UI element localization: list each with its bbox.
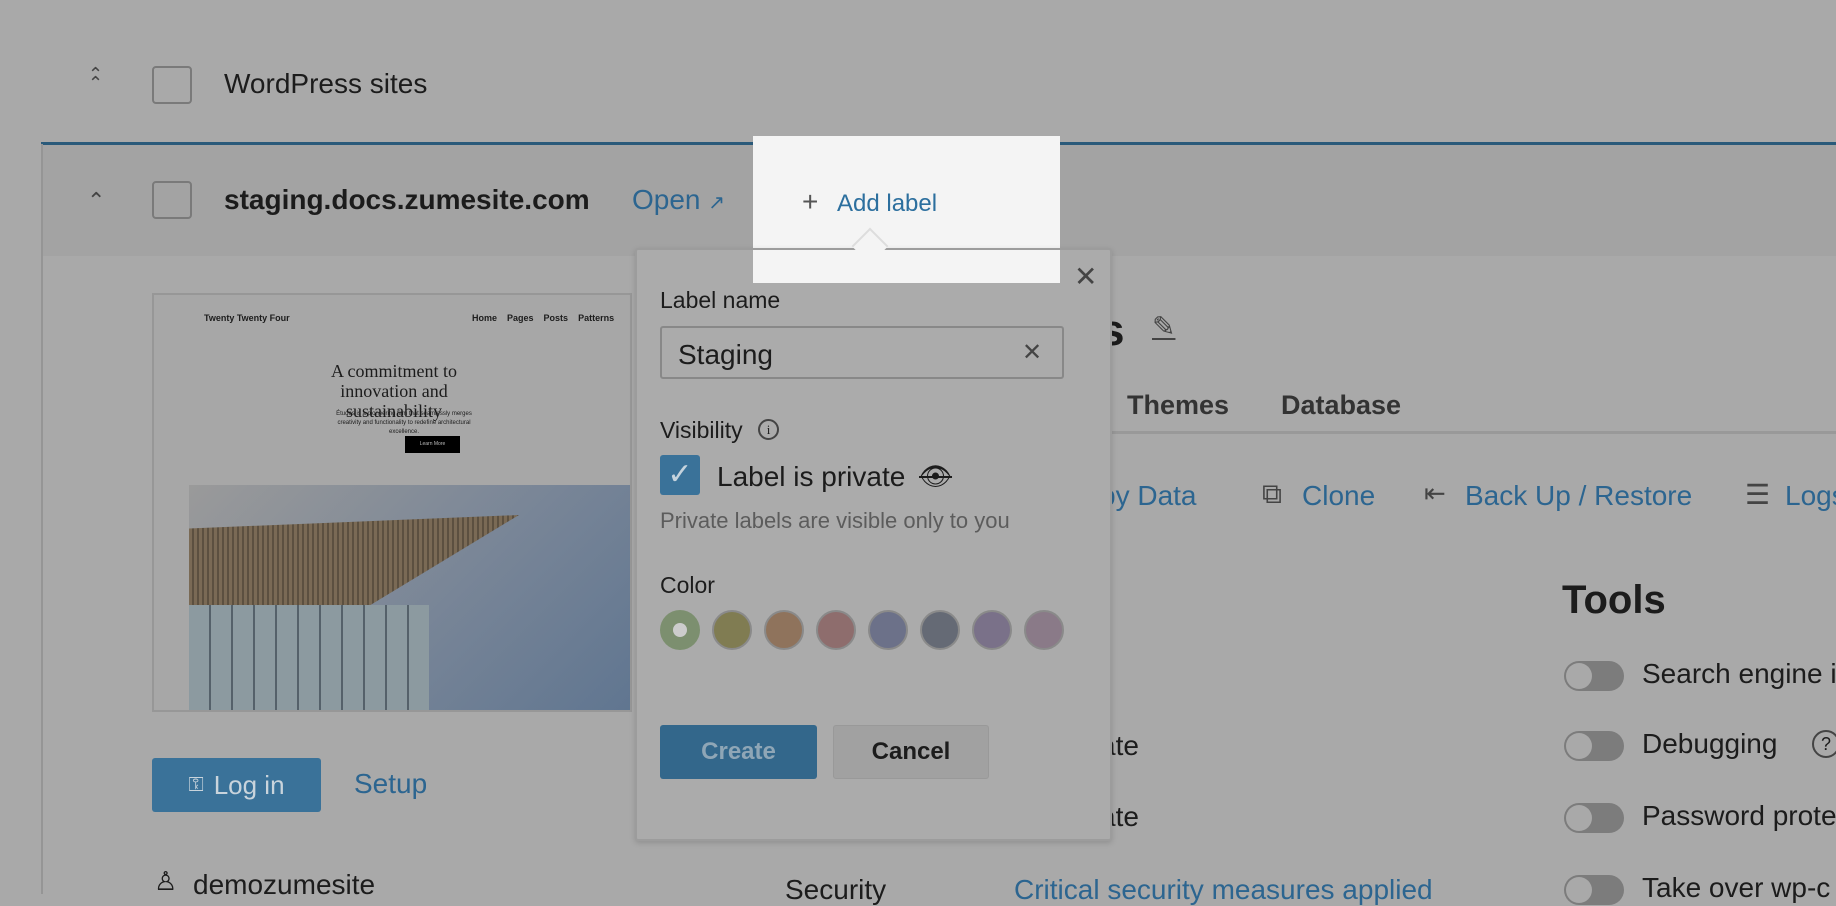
help-icon[interactable]: ? [1812,730,1836,758]
tool-label: Search engine i [1642,658,1836,689]
tab-database[interactable]: Database [1281,390,1401,421]
debugging-toggle[interactable] [1564,731,1624,761]
username: demozumesite [193,869,376,900]
color-swatch[interactable] [712,610,752,650]
color-swatch[interactable] [660,610,700,650]
take-over-toggle[interactable] [1564,875,1624,905]
logs-action[interactable]: Logs [1785,480,1836,512]
cancel-button[interactable]: Cancel [833,725,989,779]
plus-icon: + [802,186,819,217]
selected-indicator [673,623,687,637]
tool-label: Password prote [1642,800,1836,831]
login-button[interactable]: ⚿ Log in [152,758,321,812]
preview-body: Études is a pioneering firm that seamles… [336,411,472,435]
group-title: WordPress sites [224,68,428,99]
color-swatch[interactable] [972,610,1012,650]
highlight-cover [753,250,1060,283]
color-swatch[interactable] [868,610,908,650]
clone-action[interactable]: Clone [1302,480,1375,512]
tools-title: Tools [1562,578,1666,622]
login-label: Log in [213,769,285,800]
password-protection-toggle[interactable] [1564,803,1624,833]
color-swatch[interactable] [816,610,856,650]
tool-label: Debugging [1642,728,1778,759]
group-checkbox[interactable] [152,66,192,104]
key-icon: ⚿ [188,773,204,796]
preview-nav-item: Pages [507,313,534,323]
color-swatch[interactable] [1024,610,1064,650]
security-link[interactable]: Critical security measures applied [1014,874,1433,906]
add-label-button[interactable]: Add label [837,190,937,218]
list-icon: ☰ [1745,479,1771,510]
backup-restore-action[interactable]: Back Up / Restore [1465,480,1692,512]
divider [41,144,43,894]
collapse-icon[interactable]: ⌃ [87,188,105,214]
open-link[interactable]: Open ↗ [632,184,725,216]
tool-label: Take over wp-c [1642,872,1831,903]
site-preview[interactable]: Twenty Twenty Four Home Pages Posts Patt… [152,293,632,712]
setup-link[interactable]: Setup [354,768,427,800]
tab-themes[interactable]: Themes [1127,390,1229,421]
color-swatch[interactable] [764,610,804,650]
external-link-icon: ↗ [708,192,726,214]
info-icon[interactable]: i [758,419,779,440]
color-swatch[interactable] [920,610,960,650]
eye-off-icon: 👁 [919,461,953,491]
label-name-value: Staging [678,339,773,370]
preview-nav: Home Pages Posts Patterns [472,313,614,323]
tabs-underline [1100,431,1836,434]
backup-icon: ⇤ [1424,478,1446,508]
site-checkbox[interactable] [152,181,192,219]
preview-site-name: Twenty Twenty Four [204,313,290,323]
private-help-text: Private labels are visible only to you [660,508,1010,533]
search-engine-toggle[interactable] [1564,661,1624,691]
clear-input-icon[interactable]: ✕ [1022,338,1042,367]
security-label: Security [785,874,887,905]
preview-nav-item: Posts [543,313,569,323]
open-label: Open [632,184,701,215]
collapse-all-icon[interactable]: ⌃ ⌃ [88,65,103,92]
close-icon[interactable]: ✕ [1074,260,1097,293]
clone-icon: ⧉ [1262,478,1282,509]
create-button[interactable]: Create [660,725,817,779]
copy-data-action[interactable]: py Data [1100,480,1197,512]
preview-nav-item: Home [472,313,498,323]
color-heading: Color [660,572,715,598]
user-icon: ♙ [154,866,178,896]
visibility-heading: Visibility [660,417,743,443]
label-name-input[interactable]: Staging ✕ [660,326,1064,379]
label-name-heading: Label name [660,287,781,313]
preview-cta: Learn More [405,436,460,453]
preview-nav-item: Patterns [578,313,615,323]
site-domain: staging.docs.zumesite.com [224,184,590,215]
private-label[interactable]: Label is private [717,461,905,493]
edit-title-icon[interactable]: ✎ [1152,310,1175,343]
preview-image [189,485,630,710]
private-checkbox[interactable]: ✓ [660,455,700,495]
